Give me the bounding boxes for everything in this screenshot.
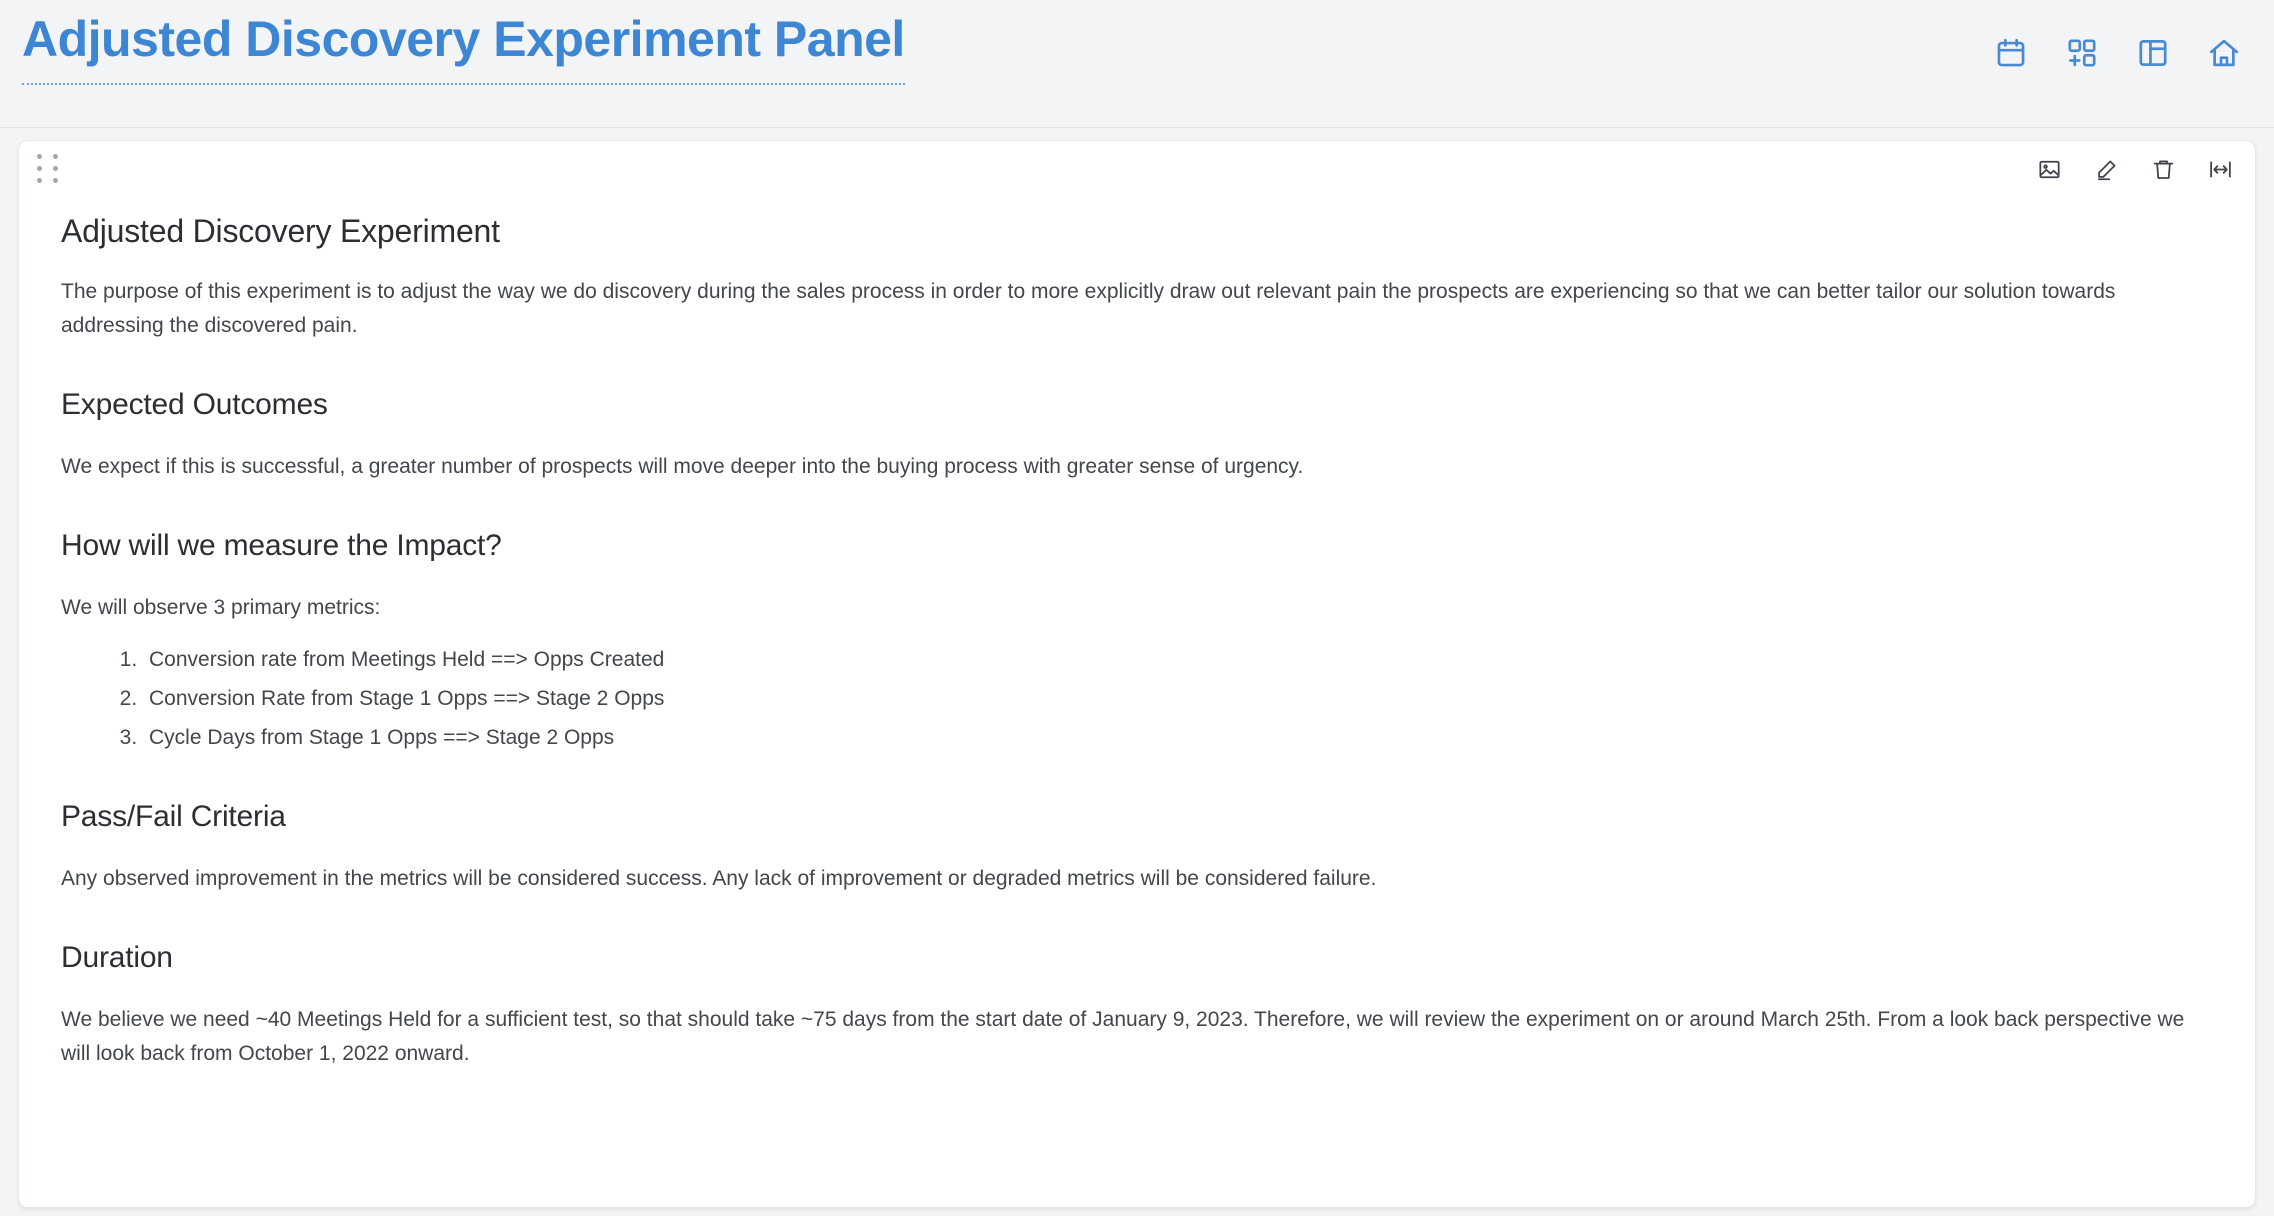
drag-dot <box>53 165 58 171</box>
drag-dot <box>37 165 42 171</box>
section-heading-expected-outcomes: Expected Outcomes <box>61 387 328 421</box>
home-icon[interactable] <box>2207 36 2241 70</box>
page-title[interactable]: Adjusted Discovery Experiment Panel <box>22 8 905 85</box>
page-title-wrap: Adjusted Discovery Experiment Panel <box>0 0 905 85</box>
section-body-measure-impact: We will observe 3 primary metrics: <box>61 595 381 619</box>
card-action-group <box>2037 157 2233 182</box>
document-intro-paragraph: The purpose of this experiment is to adj… <box>61 279 2116 337</box>
drag-dot <box>37 153 42 159</box>
document-heading: Adjusted Discovery Experiment <box>61 213 500 249</box>
section-body-duration: We believe we need ~40 Meetings Held for… <box>61 1007 2185 1065</box>
card-toolbar <box>19 141 2255 197</box>
list-item: Cycle Days from Stage 1 Opps ==> Stage 2… <box>143 721 2213 755</box>
calendar-icon[interactable] <box>1994 36 2028 70</box>
arrows-horizontal-icon[interactable] <box>2208 157 2233 182</box>
header-icon-group <box>1994 0 2274 70</box>
trash-icon[interactable] <box>2151 157 2176 182</box>
layout-grid-add-icon[interactable] <box>2065 36 2099 70</box>
list-item: Conversion rate from Meetings Held ==> O… <box>143 643 2213 677</box>
page-header: Adjusted Discovery Experiment Panel <box>0 0 2274 128</box>
metrics-list: Conversion rate from Meetings Held ==> O… <box>61 643 2213 755</box>
section-body-pass-fail-criteria: Any observed improvement in the metrics … <box>61 866 1377 890</box>
image-icon[interactable] <box>2037 157 2062 182</box>
drag-dot <box>53 153 58 159</box>
edit-pencil-icon[interactable] <box>2094 157 2119 182</box>
drag-dot <box>53 177 58 183</box>
list-item: Conversion Rate from Stage 1 Opps ==> St… <box>143 682 2213 716</box>
document-body: Adjusted Discovery Experiment The purpos… <box>19 211 2255 1071</box>
card-area: Adjusted Discovery Experiment The purpos… <box>0 128 2274 1208</box>
section-heading-pass-fail-criteria: Pass/Fail Criteria <box>61 799 286 833</box>
section-body-expected-outcomes: We expect if this is successful, a great… <box>61 454 1304 478</box>
drag-dot <box>37 177 42 183</box>
experiment-panel-card: Adjusted Discovery Experiment The purpos… <box>18 140 2256 1208</box>
section-heading-duration: Duration <box>61 940 173 974</box>
section-heading-measure-impact: How will we measure the Impact? <box>61 528 502 562</box>
drag-handle-icon[interactable] <box>35 150 62 189</box>
layout-sidebar-icon[interactable] <box>2136 36 2170 70</box>
